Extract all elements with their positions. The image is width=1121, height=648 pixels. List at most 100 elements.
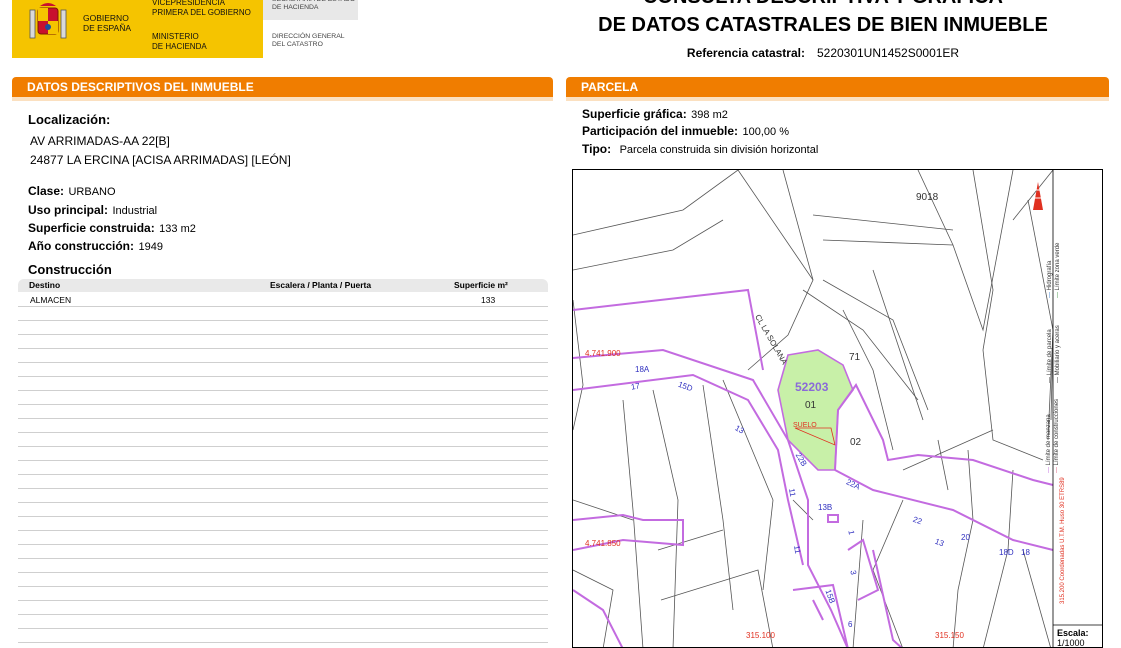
table-rule — [18, 558, 548, 559]
table-rule — [18, 446, 548, 447]
legend-limite-construcciones: Límite de construcciones — [1054, 398, 1060, 466]
spain-crest-icon — [29, 3, 67, 39]
table-row-destino: ALMACEN — [30, 295, 72, 305]
parcela-superficie-label: Superficie gráfica: — [582, 107, 687, 121]
map-coord-y1: 4.741.900 — [585, 349, 621, 358]
table-rule — [18, 628, 548, 629]
map-coord-y2: 4.741.850 — [585, 539, 621, 548]
table-rule — [18, 460, 548, 461]
section-title-a: DATOS DESCRIPTIVOS DEL — [27, 80, 192, 94]
manzana-lines — [573, 288, 1054, 647]
table-rule — [18, 334, 548, 335]
legend-coordenadas: 315.200 Coordenadas U.T.M. Huso 30 ETRS8… — [1059, 464, 1067, 604]
map-coord-x1: 315.100 — [746, 631, 775, 640]
table-rule — [18, 404, 548, 405]
parcela-superficie-value: 398 m2 — [691, 109, 728, 121]
col-escalera: Escalera / Planta / Puerta — [270, 280, 372, 290]
table-rule — [18, 600, 548, 601]
table-header: Destino Escalera / Planta / Puerta Super… — [18, 279, 548, 292]
localizacion-label: Localización: — [28, 112, 111, 127]
secretaria-text: SECRETARÍA DE ESTADO DE HACIENDA — [272, 0, 355, 11]
table-rule — [18, 432, 548, 433]
map-label-13b: 13B — [818, 503, 833, 512]
section-underline — [12, 97, 553, 101]
table-rule — [18, 320, 548, 321]
tipo-label: Tipo: — [582, 142, 612, 156]
map-label-02: 02 — [850, 437, 862, 448]
table-rule — [18, 544, 548, 545]
construccion-table: Destino Escalera / Planta / Puerta Super… — [18, 279, 548, 648]
table-rule — [18, 614, 548, 615]
anio-value: 1949 — [138, 241, 163, 253]
table-rule — [18, 348, 548, 349]
map-label-9018: 9018 — [916, 192, 939, 203]
participacion-row: Participación del inmueble: 100,00 % — [582, 122, 789, 140]
map-label-18a: 18A — [635, 365, 650, 374]
participacion-value: 100,00 % — [742, 126, 789, 138]
anio-row: Año construcción: 1949 — [28, 237, 163, 255]
map-label-18d: 18D — [999, 548, 1014, 557]
uso-value: Industrial — [112, 205, 158, 217]
table-rule — [18, 586, 548, 587]
tipo-value: Parcela construida sin división horizont… — [619, 144, 819, 156]
map-label-11b: 11 — [792, 544, 803, 555]
map-label-11a: 11 — [787, 487, 798, 498]
page-title-line2: DE DATOS CATASTRALES DE BIEN INMUEBLE — [598, 14, 1048, 36]
table-rule — [18, 572, 548, 573]
table-rule — [18, 390, 548, 391]
map-label-17: 17 — [630, 381, 641, 392]
localizacion-line1: AV ARRIMADAS-AA 22[B] — [30, 134, 170, 148]
table-rule — [18, 362, 548, 363]
table-rule — [18, 502, 548, 503]
map-label-20: 20 — [961, 533, 970, 542]
map-label-6: 6 — [848, 620, 853, 629]
superficie-label: Superficie construida: — [28, 221, 155, 235]
ministerio-text: MINISTERIO DE HACIENDA — [152, 32, 207, 51]
map-label-suelo: SUELO — [793, 422, 817, 429]
scale-label: Escala: — [1057, 628, 1089, 638]
legend-limite-manzana: Límite de manzana — [1046, 414, 1052, 466]
ref-label: Referencia catastral: — [686, 46, 805, 60]
table-rule — [18, 376, 548, 377]
map-label-18: 18 — [1021, 548, 1030, 557]
participacion-label: Participación del inmueble: — [582, 124, 739, 138]
superficie-value: 133 m2 — [159, 223, 196, 235]
map-label-52203[interactable]: 52203 — [795, 380, 828, 394]
clase-row: Clase: URBANO — [28, 182, 116, 200]
map-svg — [573, 170, 1102, 647]
table-rule — [18, 516, 548, 517]
scale-value: 1/1000 — [1057, 638, 1085, 648]
col-destino: Destino — [29, 280, 61, 290]
table-rule — [18, 488, 548, 489]
table-rule — [18, 474, 548, 475]
vicepresidencia-text: VICEPRESIDENCIA PRIMERA DEL GOBIERNO — [152, 0, 251, 17]
col-superficie: Superficie m² — [454, 280, 508, 290]
superficie-row: Superficie construida: 133 m2 — [28, 219, 196, 237]
tipo-row: Tipo: Parcela construida sin división ho… — [582, 140, 818, 158]
table-rule — [18, 642, 548, 643]
gobierno-text: GOBIERNO DE ESPAÑA — [83, 13, 132, 33]
legend-group-3: — Límite de manzana — Límite de construc… — [1046, 398, 1060, 473]
section-title-b: INMUEBLE — [191, 80, 254, 94]
north-arrow-icon — [1033, 182, 1043, 210]
construccion-title: Construcción — [28, 262, 112, 277]
referencia-catastral: Referencia catastral: 5220301UN1452S0001E… — [560, 46, 1086, 60]
map-label-01: 01 — [805, 400, 817, 411]
section-header-datos: DATOS DESCRIPTIVOS DEL INMUEBLE — [12, 77, 553, 97]
table-rule — [18, 306, 548, 307]
anio-label: Año construcción: — [28, 239, 135, 253]
section-underline-parcela — [566, 97, 1109, 101]
cadastral-map[interactable]: 9018 71 52203 01 SUELO 02 18A 17 15D 13 … — [572, 169, 1103, 648]
ref-value: 5220301UN1452S0001ER — [816, 46, 960, 60]
parcela-superficie-row: Superficie gráfica: 398 m2 — [582, 105, 728, 123]
uso-label: Uso principal: — [28, 203, 109, 217]
legend-coord-value: 315.200 — [1060, 582, 1066, 604]
map-label-71: 71 — [849, 352, 861, 363]
table-rule — [18, 418, 548, 419]
clase-label: Clase: — [28, 184, 65, 198]
uso-row: Uso principal: Industrial — [28, 201, 157, 219]
section-header-parcela: PARCELA — [566, 77, 1109, 97]
clase-value: URBANO — [68, 186, 116, 198]
table-rule — [18, 530, 548, 531]
table-row-superficie: 133 — [481, 295, 496, 305]
